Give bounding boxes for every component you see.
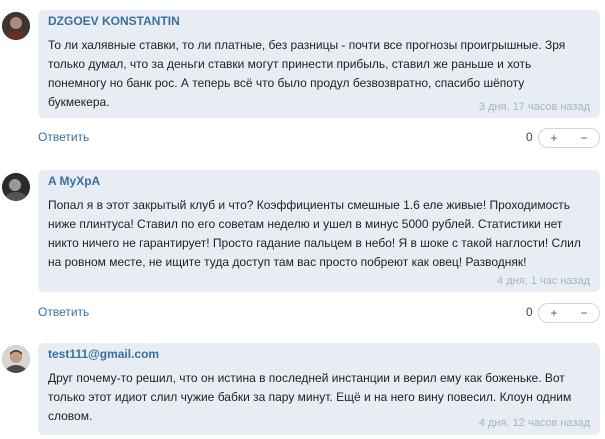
comment-author[interactable]: DZGOEV KONSTANTIN	[48, 14, 180, 28]
reply-button[interactable]: Ответить	[38, 130, 89, 144]
comment-author[interactable]: test111@gmail.com	[48, 347, 159, 361]
comment-author[interactable]: A MyXpA	[48, 174, 100, 188]
upvote-button[interactable]: +	[539, 129, 569, 147]
downvote-button[interactable]: −	[569, 129, 599, 147]
comment-bubble: test111@gmail.com Друг почему-то решил, …	[38, 343, 600, 435]
avatar[interactable]	[2, 12, 30, 40]
comment-bubble: DZGOEV KONSTANTIN То ли халявные ставки,…	[38, 10, 600, 118]
avatar[interactable]	[2, 173, 30, 201]
avatar[interactable]	[2, 345, 30, 373]
reply-button[interactable]: Ответить	[38, 305, 89, 319]
comment-bubble: A MyXpA Попал я в этот закрытый клуб и ч…	[38, 170, 600, 292]
vote-score: 0	[526, 305, 533, 319]
downvote-button[interactable]: −	[569, 304, 599, 322]
vote-control: + −	[538, 128, 600, 148]
vote-control: + −	[538, 303, 600, 323]
comment-timestamp[interactable]: 4 дня, 1 час назад	[497, 275, 590, 287]
comment-timestamp[interactable]: 4 дня, 12 часов назад	[479, 417, 590, 429]
vote-score: 0	[526, 130, 533, 144]
user-photo-icon	[2, 12, 30, 40]
user-photo-icon	[2, 345, 30, 373]
upvote-button[interactable]: +	[539, 304, 569, 322]
comment-timestamp[interactable]: 3 дня, 17 часов назад	[479, 101, 590, 113]
comment-text: Попал я в этот закрытый клуб и что? Коэф…	[48, 198, 581, 269]
user-photo-icon	[2, 173, 30, 201]
